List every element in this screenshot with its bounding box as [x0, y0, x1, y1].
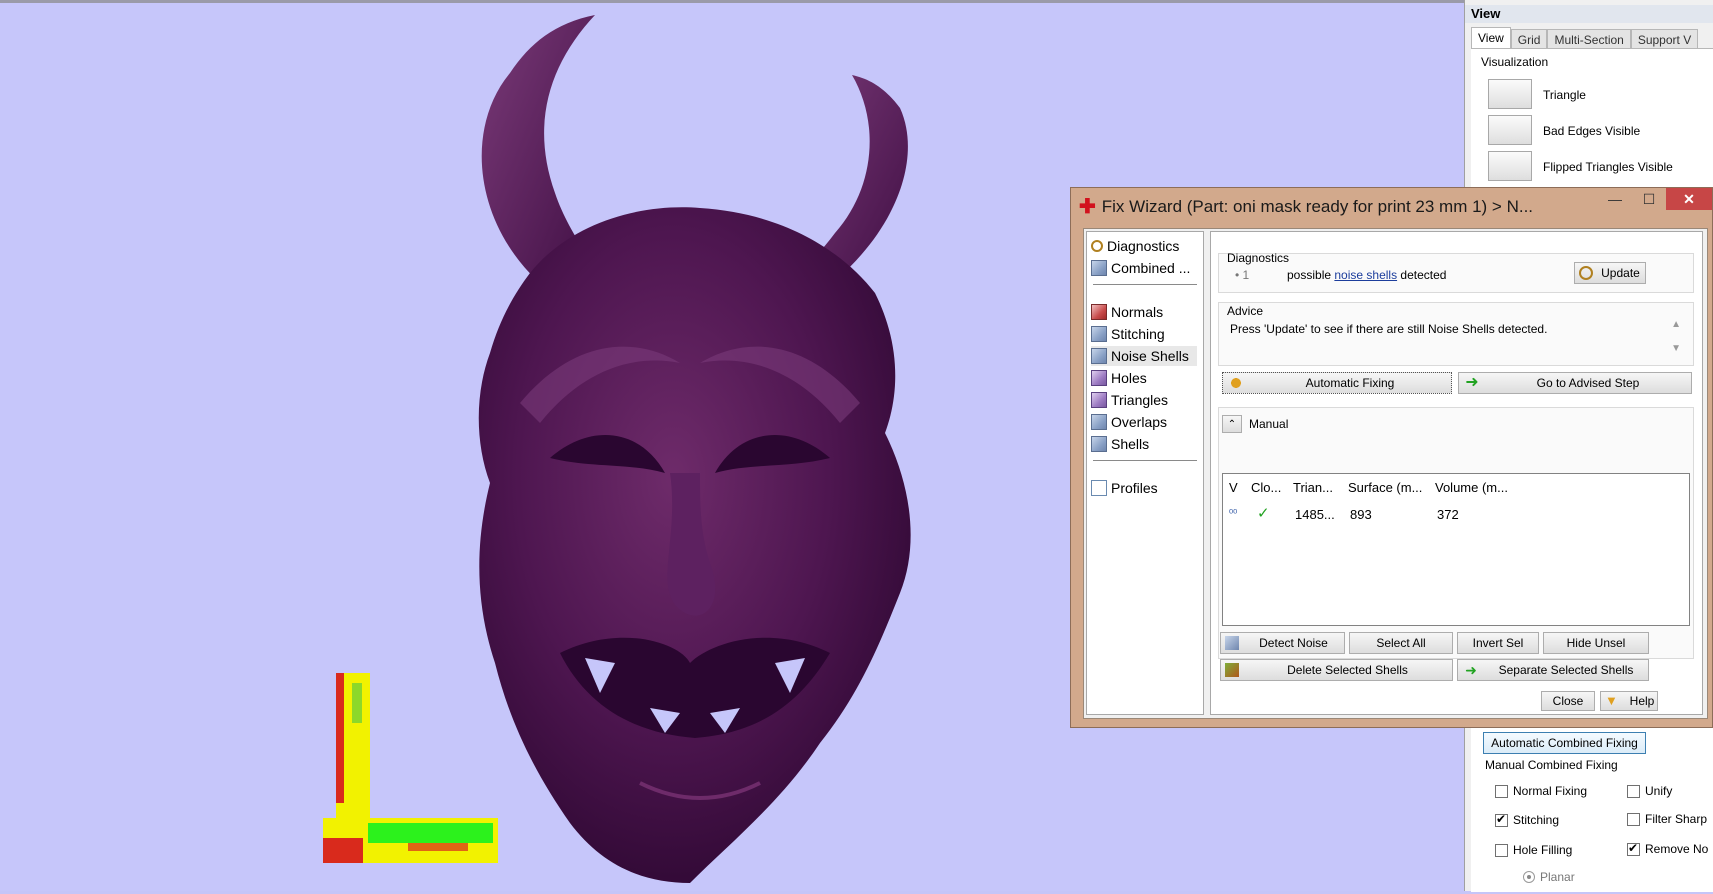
help-funnel-icon: ▼ [1605, 693, 1618, 708]
tab-grid[interactable]: Grid [1510, 29, 1548, 50]
col-header-v[interactable]: V [1229, 480, 1238, 495]
diagnostics-group: Diagnostics • 1 possible noise shells de… [1218, 251, 1694, 293]
update-button[interactable]: Update [1574, 262, 1646, 284]
separate-selected-shells-button[interactable]: ➜ Separate Selected Shells [1457, 659, 1649, 681]
bad-edges-button[interactable] [1488, 115, 1532, 145]
col-header-surface[interactable]: Surface (m... [1348, 480, 1422, 495]
profiles-icon [1091, 480, 1107, 496]
green-arrow-icon: ➜ [1465, 374, 1479, 391]
advice-label: Advice [1227, 304, 1264, 318]
triangle-label: Triangle [1543, 88, 1586, 102]
normals-icon [1091, 304, 1107, 320]
normal-fixing-checkbox[interactable]: Normal Fixing [1495, 784, 1587, 798]
cell-triangles: 1485... [1295, 507, 1335, 522]
visible-eye-icon[interactable]: ᵒᵒ [1229, 507, 1237, 519]
cell-volume: 372 [1437, 507, 1459, 522]
nav-item-combined[interactable]: Combined ... [1091, 258, 1190, 278]
gears-icon [1227, 375, 1245, 391]
scroll-up-icon[interactable]: ▲ [1671, 319, 1681, 330]
scroll-down-icon[interactable]: ▼ [1671, 343, 1681, 354]
nav-item-holes[interactable]: Holes [1091, 368, 1147, 388]
nav-item-overlaps[interactable]: Overlaps [1091, 412, 1167, 432]
flipped-triangles-label: Flipped Triangles Visible [1543, 160, 1673, 174]
visualization-label: Visualization [1481, 55, 1549, 69]
magnifier-icon [1091, 240, 1103, 252]
magnifier-icon [1579, 266, 1593, 280]
hide-unsel-button[interactable]: Hide Unsel [1543, 632, 1649, 654]
dialog-title: Fix Wizard (Part: oni mask ready for pri… [1101, 196, 1534, 216]
shells-table[interactable]: V Clo... Trian... Surface (m... Volume (… [1222, 473, 1690, 626]
nav-separator [1093, 460, 1197, 461]
tab-view[interactable]: View [1471, 27, 1511, 50]
col-header-triangles[interactable]: Trian... [1293, 480, 1333, 495]
close-button[interactable]: Close [1541, 691, 1595, 711]
advice-text: Press 'Update' to see if there are still… [1230, 322, 1548, 336]
select-all-button[interactable]: Select All [1349, 632, 1453, 654]
bad-edges-label: Bad Edges Visible [1543, 124, 1641, 138]
panel-title: View [1465, 5, 1713, 23]
nav-separator [1093, 284, 1197, 285]
detect-noise-button[interactable]: Detect Noise [1220, 632, 1345, 654]
wizard-content: Diagnostics • 1 possible noise shells de… [1210, 231, 1703, 715]
minimize-button[interactable]: — [1598, 188, 1632, 210]
col-header-closed[interactable]: Clo... [1251, 480, 1281, 495]
fix-wizard-dialog: ✚ Fix Wizard (Part: oni mask ready for p… [1070, 187, 1713, 728]
filter-sharp-checkbox[interactable]: Filter Sharp [1627, 812, 1707, 826]
cell-surface: 893 [1350, 507, 1372, 522]
nav-item-diagnostics[interactable]: Diagnostics [1091, 236, 1179, 256]
automatic-combined-fixing-button[interactable]: Automatic Combined Fixing [1483, 732, 1646, 754]
remove-noise-checkbox[interactable]: Remove No [1627, 841, 1708, 856]
window-close-button[interactable]: ✕ [1666, 188, 1712, 210]
nav-item-noise-shells[interactable]: Noise Shells [1091, 346, 1197, 366]
separate-shell-icon: ➜ [1465, 662, 1477, 678]
window-controls: — ☐ ✕ [1598, 188, 1712, 210]
app-cross-icon: ✚ [1079, 196, 1096, 218]
manual-combined-label: Manual Combined Fixing [1485, 758, 1618, 772]
stitching-icon [1091, 326, 1107, 342]
col-header-volume[interactable]: Volume (m... [1435, 480, 1508, 495]
triangle-view-button[interactable] [1488, 79, 1532, 109]
nav-item-profiles[interactable]: Profiles [1091, 478, 1158, 498]
diagnostics-label: Diagnostics [1227, 251, 1290, 265]
collapse-manual-button[interactable]: ⌃ [1222, 415, 1242, 433]
triangles-icon [1091, 392, 1107, 408]
panel-tabs: View Grid Multi-Section Support V [1471, 27, 1699, 50]
automatic-fixing-button[interactable]: Automatic Fixing [1222, 372, 1452, 394]
holes-icon [1091, 370, 1107, 386]
diagnostic-text: possible noise shells detected [1287, 268, 1447, 282]
planar-radio[interactable]: Planar [1523, 870, 1575, 884]
shells-icon [1091, 436, 1107, 452]
maximize-button[interactable]: ☐ [1632, 188, 1666, 210]
nav-item-shells[interactable]: Shells [1091, 434, 1149, 454]
manual-label: Manual [1249, 417, 1289, 431]
nav-item-stitching[interactable]: Stitching [1091, 324, 1165, 344]
advice-group: Advice Press 'Update' to see if there ar… [1218, 302, 1694, 366]
tab-multi-section[interactable]: Multi-Section [1547, 29, 1631, 50]
noise-shells-link[interactable]: noise shells [1334, 268, 1397, 282]
overlaps-icon [1091, 414, 1107, 430]
flipped-triangles-button[interactable] [1488, 151, 1532, 181]
unify-checkbox[interactable]: Unify [1627, 784, 1672, 798]
invert-sel-button[interactable]: Invert Sel [1457, 632, 1539, 654]
combined-cube-icon [1091, 260, 1107, 276]
closed-check-icon: ✓ [1257, 505, 1270, 522]
delete-shell-icon [1225, 663, 1239, 677]
diagnostic-bullet: • 1 [1235, 268, 1250, 282]
wizard-navigation: Diagnostics Combined ... Normals Stitchi… [1086, 231, 1204, 715]
stitching-checkbox[interactable]: Stitching [1495, 812, 1559, 827]
tab-support[interactable]: Support V [1630, 29, 1699, 50]
dialog-client: Diagnostics Combined ... Normals Stitchi… [1083, 228, 1708, 719]
nav-item-normals[interactable]: Normals [1091, 302, 1163, 322]
dice-icon [1225, 636, 1239, 650]
dialog-titlebar[interactable]: ✚ Fix Wizard (Part: oni mask ready for p… [1079, 194, 1533, 219]
hole-filling-checkbox[interactable]: Hole Filling [1495, 843, 1572, 857]
nav-item-triangles[interactable]: Triangles [1091, 390, 1168, 410]
help-button[interactable]: ▼ Help [1600, 691, 1658, 711]
go-to-advised-step-button[interactable]: ➜ Go to Advised Step [1458, 372, 1692, 394]
noise-shells-icon [1091, 348, 1107, 364]
delete-selected-shells-button[interactable]: Delete Selected Shells [1220, 659, 1453, 681]
axis-indicator [323, 673, 498, 863]
